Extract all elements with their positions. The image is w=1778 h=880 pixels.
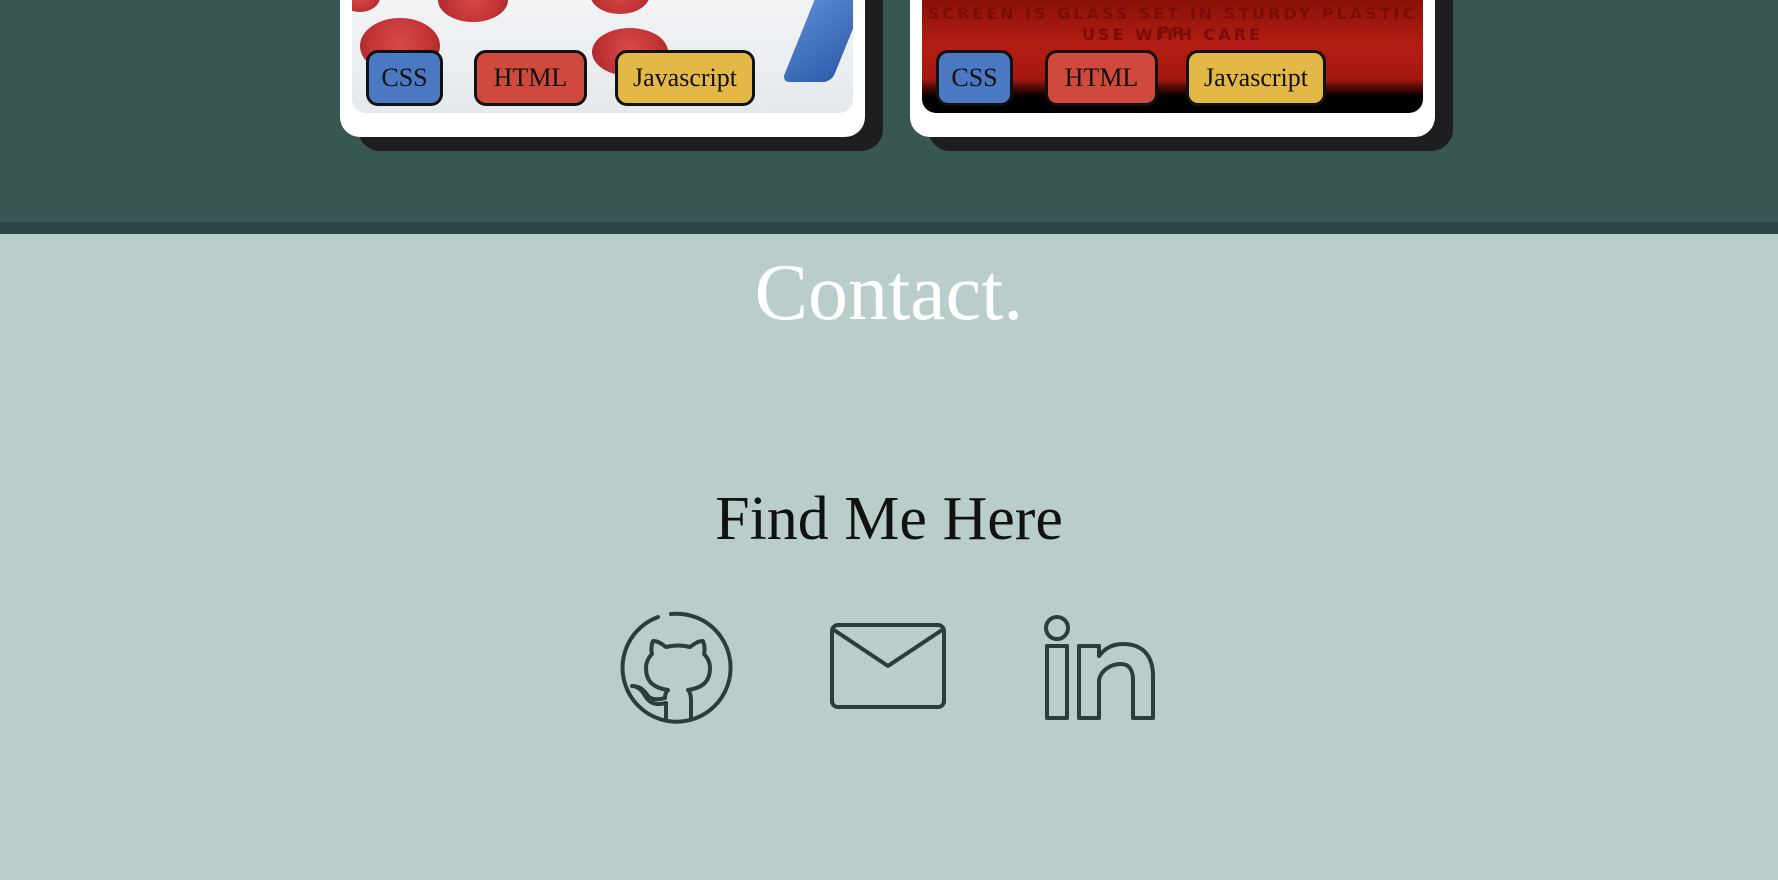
email-link[interactable] <box>828 606 948 726</box>
tag-javascript[interactable]: Javascript <box>1186 50 1326 106</box>
tag-javascript[interactable]: Javascript <box>615 50 755 106</box>
github-link[interactable] <box>618 606 738 726</box>
blue-game-piece <box>781 0 853 82</box>
projects-section: CSS HTML Javascript SCREEN IS GLASS SET … <box>0 0 1778 222</box>
contact-title: Contact. <box>754 249 1024 337</box>
mail-icon <box>830 623 946 709</box>
linkedin-link[interactable] <box>1039 606 1159 726</box>
project-card-checkers[interactable]: CSS HTML Javascript <box>340 0 865 137</box>
project-card-etch-a-sketch[interactable]: SCREEN IS GLASS SET IN STURDY PLASTIC FR… <box>910 0 1435 137</box>
tag-html[interactable]: HTML <box>474 50 587 106</box>
tag-css[interactable]: CSS <box>936 50 1013 106</box>
screen-text-line: USE WITH CARE <box>1082 25 1263 44</box>
github-icon <box>620 611 733 724</box>
tag-css[interactable]: CSS <box>366 50 443 106</box>
tag-html[interactable]: HTML <box>1045 50 1158 106</box>
linkedin-icon <box>1044 615 1155 720</box>
section-divider <box>0 222 1778 234</box>
find-me-heading: Find Me Here <box>715 485 1063 553</box>
